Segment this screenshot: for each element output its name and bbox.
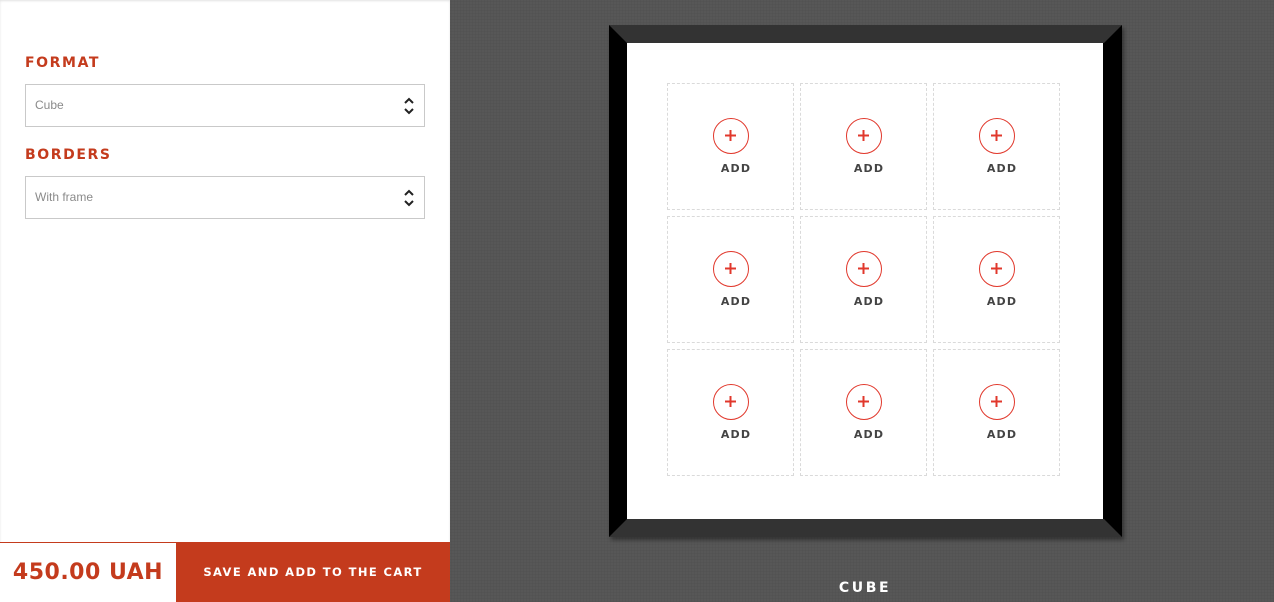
photo-grid: ADD ADD ADD ADD ADD ADD ADD ADD ADD — [667, 83, 1062, 478]
format-caption: CUBE — [838, 580, 892, 596]
checkout-bar: 450.00 UAH SAVE AND ADD TO THE CART — [0, 542, 450, 602]
photo-slot[interactable]: ADD — [667, 83, 794, 210]
preview-canvas: ADD ADD ADD ADD ADD ADD ADD ADD ADD CUBE — [450, 0, 1274, 602]
photo-slot[interactable]: ADD — [800, 216, 927, 343]
plus-circle-icon[interactable] — [846, 251, 882, 287]
photo-slot[interactable]: ADD — [667, 349, 794, 476]
chevron-up-down-icon — [403, 188, 415, 208]
plus-circle-icon[interactable] — [979, 118, 1015, 154]
chevron-up-down-icon — [403, 96, 415, 116]
add-photo-label: ADD — [986, 428, 1018, 441]
options-sidebar: FORMAT Cube BORDERS With frame 450.00 UA… — [0, 0, 450, 602]
plus-circle-icon[interactable] — [713, 251, 749, 287]
plus-circle-icon[interactable] — [713, 118, 749, 154]
add-photo-label: ADD — [853, 162, 885, 175]
price-display: 450.00 UAH — [12, 560, 164, 585]
plus-circle-icon[interactable] — [846, 118, 882, 154]
format-select-value: Cube — [35, 98, 64, 112]
photo-slot[interactable]: ADD — [933, 216, 1060, 343]
photo-slot[interactable]: ADD — [933, 349, 1060, 476]
borders-select-value: With frame — [35, 190, 94, 204]
photo-frame: ADD ADD ADD ADD ADD ADD ADD ADD ADD — [609, 25, 1122, 537]
plus-circle-icon[interactable] — [979, 251, 1015, 287]
format-select[interactable]: Cube — [25, 84, 425, 127]
plus-circle-icon[interactable] — [846, 384, 882, 420]
borders-label: BORDERS — [25, 147, 112, 163]
add-photo-label: ADD — [986, 162, 1018, 175]
photo-slot[interactable]: ADD — [667, 216, 794, 343]
add-photo-label: ADD — [720, 428, 752, 441]
add-photo-label: ADD — [853, 428, 885, 441]
plus-circle-icon[interactable] — [979, 384, 1015, 420]
add-photo-label: ADD — [853, 295, 885, 308]
add-photo-label: ADD — [720, 295, 752, 308]
save-and-add-to-cart-button[interactable]: SAVE AND ADD TO THE CART — [176, 542, 450, 602]
photo-slot[interactable]: ADD — [933, 83, 1060, 210]
add-photo-label: ADD — [986, 295, 1018, 308]
frame-bevel-bottom — [609, 519, 1122, 537]
photo-slot[interactable]: ADD — [800, 349, 927, 476]
frame-bevel-top — [609, 25, 1122, 43]
photo-slot[interactable]: ADD — [800, 83, 927, 210]
format-label: FORMAT — [25, 55, 101, 71]
add-photo-label: ADD — [720, 162, 752, 175]
plus-circle-icon[interactable] — [713, 384, 749, 420]
borders-select[interactable]: With frame — [25, 176, 425, 219]
frame-mat: ADD ADD ADD ADD ADD ADD ADD ADD ADD — [627, 43, 1103, 519]
